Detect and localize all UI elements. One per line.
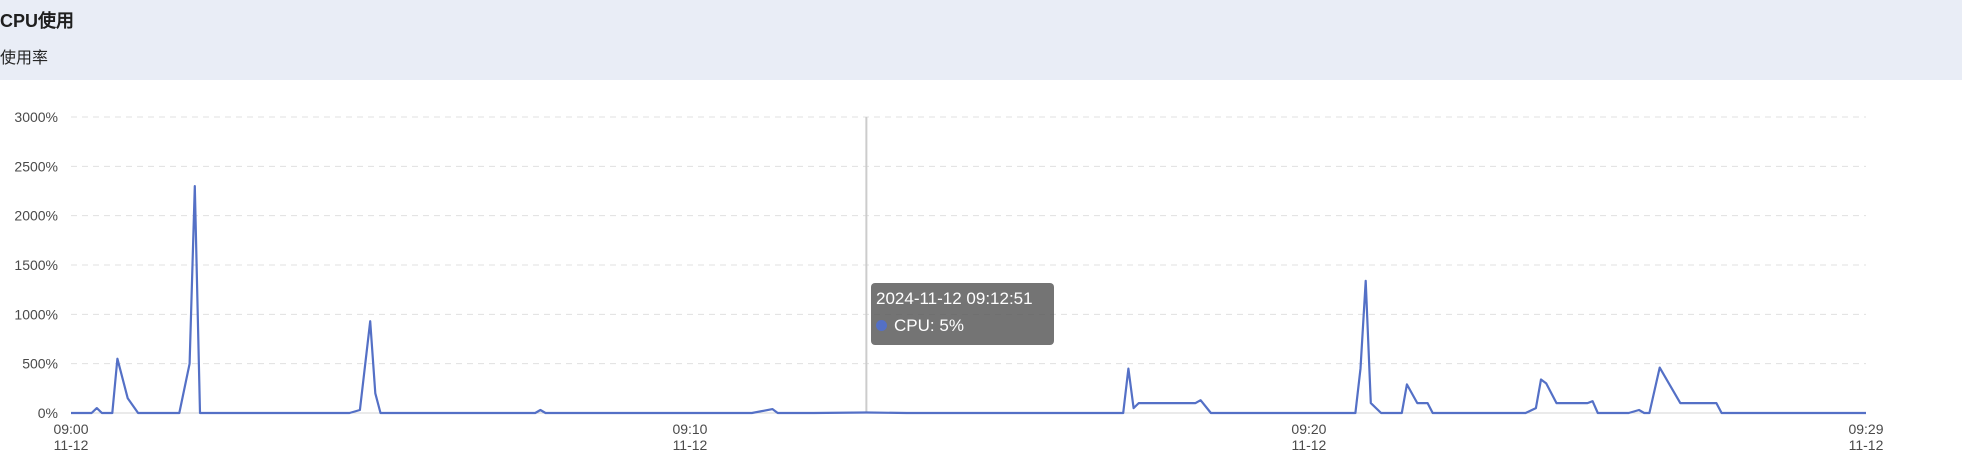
x-tick-label-time: 09:29 <box>1848 421 1883 437</box>
tooltip-value-row: CPU: 5% <box>876 316 964 336</box>
series-color-dot <box>876 320 887 331</box>
y-tick-label: 3000% <box>14 109 58 125</box>
x-tick-label-date: 11-12 <box>1292 437 1327 453</box>
x-tick-label-date: 11-12 <box>673 437 708 453</box>
x-tick-label-time: 09:00 <box>53 421 88 437</box>
tooltip-value: 5% <box>939 316 964 335</box>
y-tick-label: 1500% <box>14 257 58 273</box>
x-tick-label-time: 09:10 <box>672 421 707 437</box>
tooltip-time: 2024-11-12 09:12:51 <box>876 289 1033 308</box>
y-tick-label: 0% <box>38 405 58 421</box>
tooltip-series-label: CPU <box>894 316 930 335</box>
y-tick-label: 2000% <box>14 208 58 224</box>
panel-title: CPU使用 <box>0 11 75 31</box>
x-tick-label-time: 09:20 <box>1291 421 1326 437</box>
chart-tooltip: 2024-11-12 09:12:51 CPU: 5% <box>871 283 1054 345</box>
panel-header: CPU使用 使用率 <box>0 0 1962 80</box>
y-tick-label: 2500% <box>14 158 58 174</box>
x-tick-label-date: 11-12 <box>1849 437 1884 453</box>
panel-subtitle: 使用率 <box>0 50 49 67</box>
y-tick-label: 500% <box>22 356 58 372</box>
y-tick-label: 1000% <box>14 306 58 322</box>
cpu-usage-chart[interactable]: 0%500%1000%1500%2000%2500%3000%09:0011-1… <box>0 80 1962 455</box>
tooltip-separator: : <box>929 316 940 335</box>
x-tick-label-date: 11-12 <box>54 437 89 453</box>
